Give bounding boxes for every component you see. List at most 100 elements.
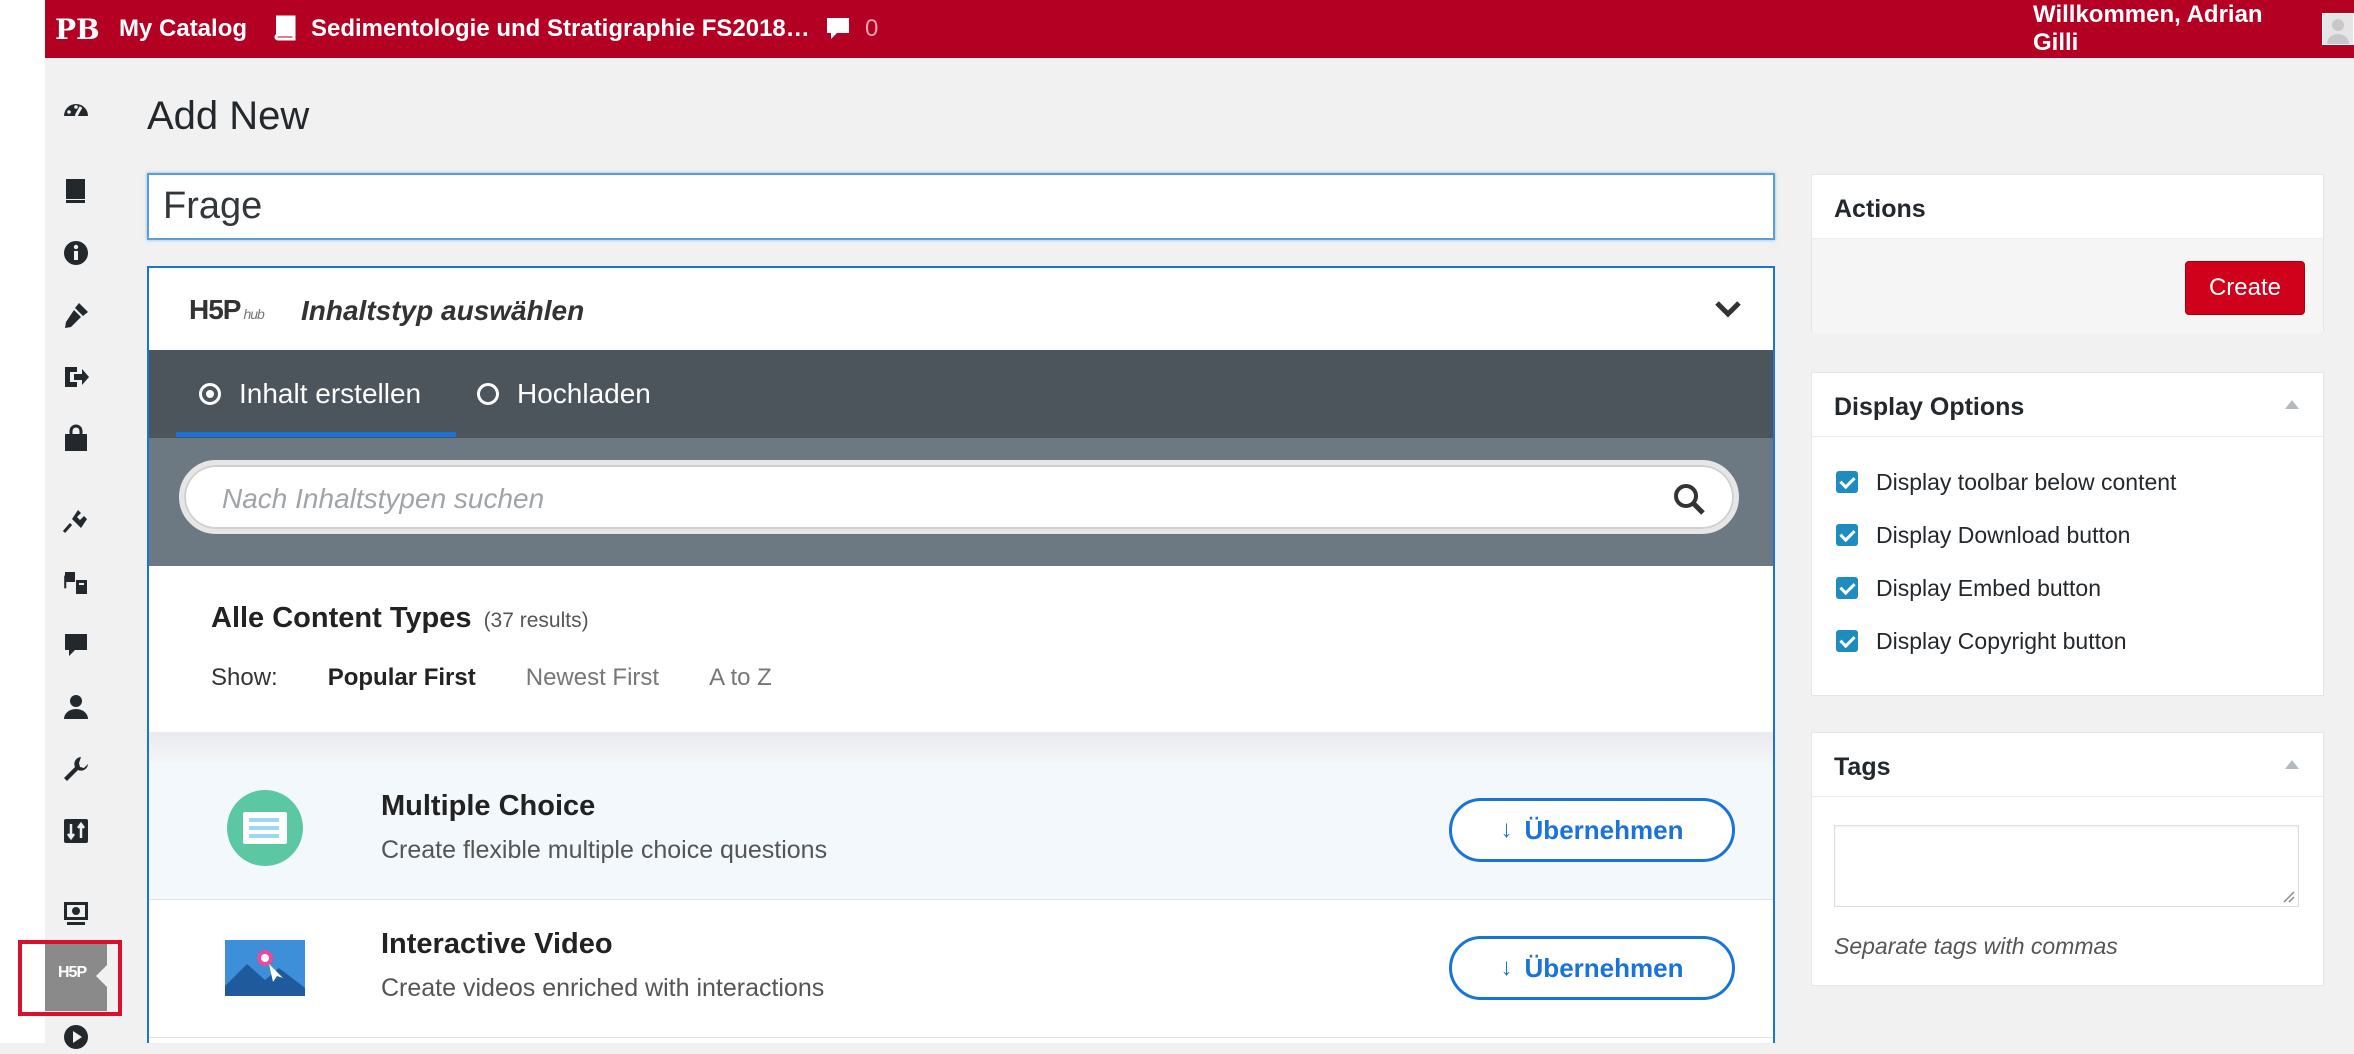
- h5p-hub-panel: H5P hub Inhaltstyp auswählen Inhalt erste…: [147, 266, 1775, 1043]
- import-icon[interactable]: [59, 814, 93, 848]
- my-catalog-link[interactable]: My Catalog: [119, 0, 247, 58]
- display-options-title: Display Options: [1834, 393, 2025, 421]
- radio-selected-icon: [199, 383, 221, 405]
- hub-search-band: Nach Inhaltstypen suchen: [149, 438, 1773, 566]
- collapse-arrow-icon[interactable]: [2285, 760, 2299, 769]
- option-label: Display Copyright button: [1876, 627, 2127, 654]
- tags-header[interactable]: Tags: [1812, 733, 2323, 797]
- sort-a-to-z[interactable]: A to Z: [709, 664, 772, 692]
- arrow-down-icon: ↓: [1500, 816, 1513, 843]
- interactive-video-icon: [225, 940, 305, 996]
- display-options-header[interactable]: Display Options: [1812, 373, 2323, 437]
- chevron-down-icon[interactable]: [1713, 296, 1743, 322]
- option-toolbar[interactable]: Display toolbar below content: [1836, 467, 2176, 497]
- plugins-icon[interactable]: [59, 504, 93, 538]
- h5p-hub-logo: H5P hub: [189, 294, 265, 326]
- h5p-menu-highlight: [18, 940, 122, 1016]
- sort-popular-first[interactable]: Popular First: [328, 664, 476, 692]
- hub-header[interactable]: H5P hub Inhaltstyp auswählen: [149, 268, 1773, 350]
- list-separator: [149, 732, 1773, 762]
- option-embed[interactable]: Display Embed button: [1836, 573, 2101, 603]
- checkbox-checked-icon[interactable]: [1836, 471, 1858, 493]
- appearance-icon[interactable]: [59, 298, 93, 332]
- sort-newest-first[interactable]: Newest First: [526, 664, 659, 692]
- users-icon[interactable]: [59, 690, 93, 724]
- content-types-header: Alle Content Types (37 results) Show: Po…: [149, 566, 1773, 732]
- results-count: (37 results): [483, 609, 589, 632]
- info-icon[interactable]: [59, 236, 93, 270]
- pressbooks-logo[interactable]: PB: [55, 0, 100, 58]
- export-icon[interactable]: [59, 360, 93, 394]
- content-type-search-input[interactable]: Nach Inhaltstypen suchen: [179, 460, 1739, 534]
- comments-count: 0: [865, 15, 879, 42]
- collapse-arrow-icon[interactable]: [2285, 400, 2299, 409]
- actions-title: Actions: [1834, 195, 1926, 223]
- show-label: Show:: [211, 664, 278, 691]
- active-tab-underline: [176, 432, 456, 437]
- checkbox-checked-icon[interactable]: [1836, 524, 1858, 546]
- comments-icon[interactable]: [59, 628, 93, 662]
- h5p-logo-sub: hub: [243, 306, 264, 322]
- use-interactive-video-button[interactable]: ↓ Übernehmen: [1449, 936, 1735, 1000]
- resize-grip-icon[interactable]: [2281, 889, 2295, 903]
- arrow-down-icon: ↓: [1500, 954, 1513, 981]
- dashboard-icon[interactable]: [59, 93, 93, 127]
- book-title: Sedimentologie und Stratigraphie FS2018…: [311, 15, 810, 42]
- page-title: Add New: [147, 94, 310, 138]
- sort-options: Show: Popular First Newest First A to Z: [211, 664, 822, 692]
- media-icon[interactable]: [59, 896, 93, 930]
- avatar: [2322, 13, 2354, 45]
- post-title-input[interactable]: [147, 173, 1775, 240]
- book-link[interactable]: Sedimentologie und Stratigraphie FS2018…: [273, 0, 810, 58]
- book-icon[interactable]: [59, 174, 93, 208]
- comments-link[interactable]: 0: [825, 0, 878, 58]
- use-multiple-choice-button[interactable]: ↓ Übernehmen: [1449, 798, 1735, 862]
- tab-create-content-label: Inhalt erstellen: [239, 378, 422, 409]
- use-button-label: Übernehmen: [1524, 814, 1684, 845]
- admin-bar: PB My Catalog Sedimentologie und Stratig…: [45, 0, 2354, 58]
- content-type-row[interactable]: Multiple Choice Create flexible multiple…: [149, 762, 1773, 900]
- tab-create-content[interactable]: Inhalt erstellen: [199, 350, 421, 438]
- search-icon[interactable]: [1672, 482, 1706, 516]
- account-menu[interactable]: Willkommen, Adrian Gilli: [2033, 0, 2354, 58]
- all-content-types-title: Alle Content Types (37 results): [211, 602, 589, 635]
- translation-icon[interactable]: ا: [59, 566, 93, 600]
- tags-textarea[interactable]: [1834, 825, 2299, 907]
- checkbox-checked-icon[interactable]: [1836, 630, 1858, 652]
- use-button-label: Übernehmen: [1524, 952, 1684, 983]
- multiple-choice-icon: [227, 790, 303, 866]
- tags-help-text: Separate tags with commas: [1834, 933, 2118, 959]
- checkbox-checked-icon[interactable]: [1836, 577, 1858, 599]
- tags-title: Tags: [1834, 753, 1891, 781]
- tags-box: Tags Separate tags with commas: [1811, 732, 2324, 986]
- content-type-description: Create videos enriched with interactions: [381, 974, 825, 1002]
- option-label: Display Download button: [1876, 521, 2131, 548]
- list-title: Alle Content Types: [211, 602, 472, 634]
- option-download[interactable]: Display Download button: [1836, 520, 2130, 550]
- content-type-description: Create flexible multiple choice question…: [381, 836, 828, 864]
- play-icon[interactable]: [59, 1020, 93, 1054]
- tab-upload[interactable]: Hochladen: [477, 350, 651, 438]
- store-icon[interactable]: [59, 422, 93, 456]
- welcome-text: Willkommen, Adrian Gilli: [2033, 1, 2263, 56]
- comment-icon: [825, 16, 851, 42]
- actions-box-header: Actions: [1812, 175, 2323, 239]
- option-label: Display toolbar below content: [1876, 468, 2177, 495]
- option-label: Display Embed button: [1876, 574, 2102, 601]
- hub-tabs: Inhalt erstellen Hochladen: [149, 350, 1773, 438]
- radio-unselected-icon: [477, 383, 499, 405]
- display-options-box: Display Options Display toolbar below co…: [1811, 372, 2324, 696]
- h5p-logo-text: H5P: [189, 294, 241, 325]
- create-button[interactable]: Create: [2185, 261, 2305, 315]
- admin-side-menu: ا H5P: [45, 58, 107, 1049]
- book-icon: [273, 15, 299, 43]
- content-type-name: Multiple Choice: [381, 790, 596, 822]
- actions-box: Actions Create: [1811, 174, 2324, 333]
- hub-select-title: Inhaltstyp auswählen: [301, 295, 585, 326]
- actions-box-body: Create: [1812, 239, 2323, 333]
- tools-icon[interactable]: [59, 752, 93, 786]
- left-margin-strip: [0, 0, 45, 1043]
- tab-upload-label: Hochladen: [517, 378, 651, 409]
- content-type-row[interactable]: Interactive Video Create videos enriched…: [149, 900, 1773, 1038]
- option-copyright[interactable]: Display Copyright button: [1836, 626, 2127, 656]
